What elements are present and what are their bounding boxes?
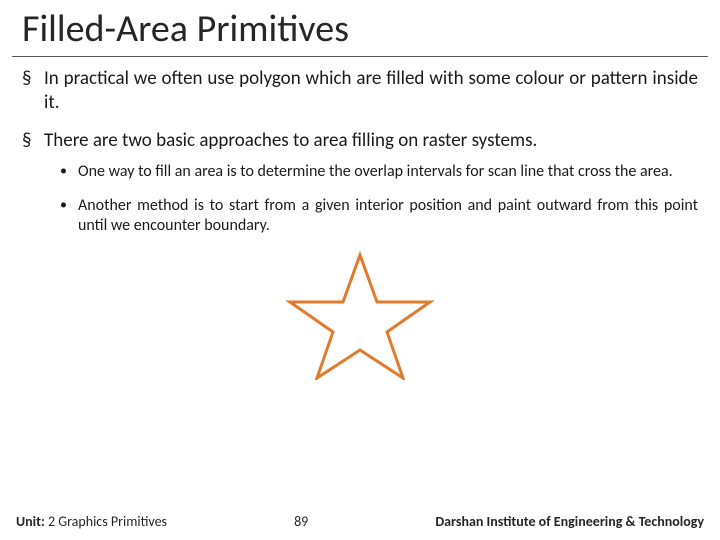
bullet-list: In practical we often use polygon which … — [22, 67, 698, 236]
footer-unit-value: 2 Graphics Primitives — [48, 513, 167, 530]
footer: Unit: 2 Graphics Primitives 89 Darshan I… — [0, 513, 720, 530]
bullet-text: There are two basic approaches to area f… — [44, 129, 537, 152]
sub-bullet-list: One way to fill an area is to determine … — [44, 162, 698, 236]
slide-title: Filled-Area Primitives — [0, 0, 720, 56]
bullet-text: In practical we often use polygon which … — [44, 67, 698, 114]
sub-bullet-item: Another method is to start from a given … — [44, 196, 698, 236]
bullet-item: There are two basic approaches to area f… — [22, 129, 698, 237]
bullet-item: In practical we often use polygon which … — [22, 67, 698, 115]
star-icon — [285, 250, 435, 380]
footer-unit: Unit: 2 Graphics Primitives — [16, 513, 167, 530]
footer-unit-label: Unit: — [16, 513, 45, 530]
footer-org-text: Darshan Institute of Engineering & Techn… — [435, 513, 704, 530]
slide-content: In practical we often use polygon which … — [0, 67, 720, 540]
footer-org: Darshan Institute of Engineering & Techn… — [435, 513, 704, 530]
slide: Filled-Area Primitives In practical we o… — [0, 0, 720, 540]
figure-star — [22, 250, 698, 385]
title-rule — [12, 56, 708, 57]
footer-page: 89 — [294, 513, 308, 530]
sub-bullet-item: One way to fill an area is to determine … — [44, 162, 698, 182]
